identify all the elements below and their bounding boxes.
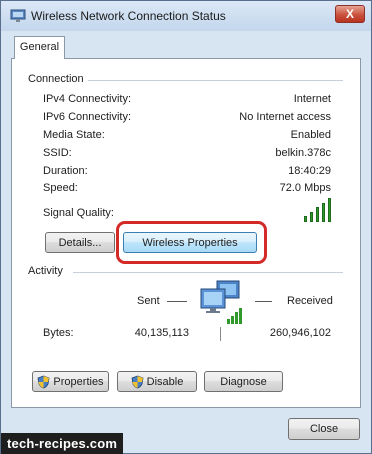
speed-value: 72.0 Mbps <box>279 182 331 194</box>
activity-separator <box>220 327 221 341</box>
duration-value: 18:40:29 <box>288 165 331 177</box>
title-bar[interactable]: Wireless Network Connection Status X <box>1 1 371 31</box>
ipv4-value: Internet <box>293 93 331 105</box>
close-button[interactable]: Close <box>288 418 360 440</box>
bytes-label: Bytes: <box>43 327 74 339</box>
duration-label: Duration: <box>43 165 88 177</box>
sent-connector <box>167 301 187 302</box>
sent-label: Sent <box>137 295 160 307</box>
activity-heading: Activity <box>28 265 63 277</box>
window-title: Wireless Network Connection Status <box>31 9 226 23</box>
ssid-label: SSID: <box>43 147 72 159</box>
shield-icon <box>37 375 50 388</box>
properties-label: Properties <box>53 375 104 388</box>
watermark: tech-recipes.com <box>1 433 124 454</box>
wireless-properties-button[interactable]: Wireless Properties <box>123 232 257 253</box>
ipv4-label: IPv4 Connectivity: <box>43 93 132 105</box>
ssid-value: belkin.378c <box>275 147 331 159</box>
close-icon[interactable]: X <box>335 5 365 23</box>
shield-icon <box>131 375 144 388</box>
media-state-value: Enabled <box>290 129 331 141</box>
signal-strength-icon <box>304 198 334 222</box>
status-window: Wireless Network Connection Status X Gen… <box>0 0 372 454</box>
properties-button[interactable]: Properties <box>32 371 109 392</box>
signal-bar <box>304 216 307 222</box>
signal-bar <box>310 211 313 222</box>
signal-bar <box>322 202 325 222</box>
details-button[interactable]: Details... <box>45 232 115 253</box>
bytes-received-value: 260,946,102 <box>269 327 331 339</box>
signal-bar <box>328 198 331 222</box>
diagnose-button[interactable]: Diagnose <box>204 371 283 392</box>
disable-button[interactable]: Disable <box>117 371 197 392</box>
signal-bar <box>316 207 319 222</box>
signal-quality-label: Signal Quality: <box>43 207 114 219</box>
network-computer-icon <box>200 280 242 324</box>
ipv6-label: IPv6 Connectivity: <box>43 111 132 123</box>
connection-heading: Connection <box>28 73 84 85</box>
received-label: Received <box>287 295 333 307</box>
disable-label: Disable <box>146 375 184 388</box>
ipv6-value: No Internet access <box>239 111 331 123</box>
bytes-sent-value: 40,135,113 <box>134 327 189 339</box>
speed-label: Speed: <box>43 182 78 194</box>
tab-general[interactable]: General <box>14 36 65 59</box>
media-state-label: Media State: <box>43 129 105 141</box>
activity-divider <box>73 272 343 273</box>
network-status-icon <box>10 9 26 22</box>
received-connector <box>255 301 272 302</box>
connection-divider <box>88 80 343 81</box>
